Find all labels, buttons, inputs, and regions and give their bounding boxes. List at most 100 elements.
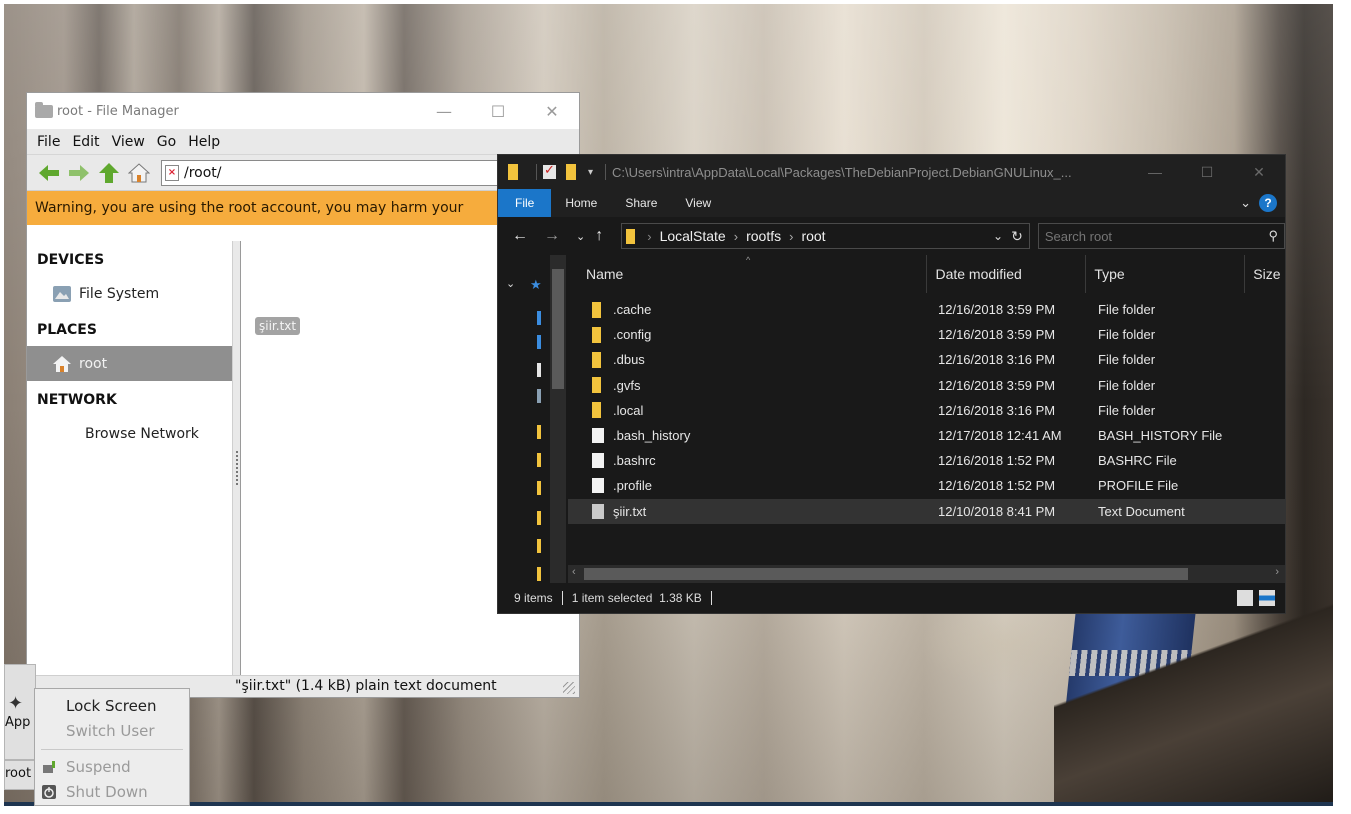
sort-ascending-icon: ^ — [746, 255, 751, 265]
expand-ribbon-icon[interactable]: ⌄ — [1240, 195, 1251, 211]
menu-edit[interactable]: Edit — [72, 134, 99, 150]
menu-separator — [41, 749, 183, 750]
search-field[interactable]: ⚲ — [1037, 223, 1285, 249]
search-input[interactable] — [1044, 228, 1269, 244]
column-type[interactable]: Type — [1086, 255, 1246, 293]
panel-window-button-root[interactable]: root — [4, 760, 36, 790]
sidebar-item-file-system[interactable]: File System — [27, 276, 232, 311]
up-arrow-icon[interactable] — [97, 162, 121, 184]
column-name[interactable]: ^ Name — [568, 255, 928, 293]
documents-icon[interactable] — [537, 363, 541, 377]
recent-locations-icon[interactable]: ⌄ — [576, 230, 585, 243]
folder-icon[interactable] — [537, 481, 541, 495]
menu-item-suspend[interactable]: Suspend — [35, 754, 189, 779]
home-icon[interactable] — [127, 162, 151, 184]
back-arrow-icon[interactable]: ← — [512, 227, 528, 245]
scroll-right-icon[interactable]: › — [1275, 566, 1279, 578]
properties-icon[interactable] — [543, 162, 556, 179]
downloads-icon[interactable] — [537, 335, 541, 349]
table-row[interactable]: .dbus 12/16/2018 3:16 PM File folder — [568, 347, 1285, 372]
file-list[interactable]: ^ Name Date modified Type Size .cache 12… — [568, 255, 1285, 583]
panel-applications-button[interactable]: ✦ App — [4, 664, 36, 760]
menu-item-switch-user[interactable]: Switch User — [35, 718, 189, 743]
tab-file[interactable]: File — [498, 189, 552, 217]
details-view-icon[interactable] — [1237, 590, 1253, 606]
column-size[interactable]: Size — [1245, 255, 1285, 293]
sidebar-item-root[interactable]: root — [27, 346, 232, 381]
folder-icon[interactable] — [537, 539, 541, 553]
menu-item-lock-screen[interactable]: Lock Screen — [35, 693, 189, 718]
fm-titlebar[interactable]: root - File Manager — ☐ ✕ — [27, 93, 579, 129]
fm-sidebar: DEVICES File System PLACES root NETWORK … — [27, 241, 233, 675]
horizontal-scrollbar[interactable]: ‹ › — [568, 565, 1285, 583]
quick-access-star-icon[interactable]: ★ — [530, 277, 542, 293]
maximize-button[interactable]: ☐ — [471, 102, 525, 121]
close-button[interactable]: ✕ — [1233, 164, 1285, 181]
close-button[interactable]: ✕ — [525, 102, 579, 121]
folder-icon[interactable] — [537, 453, 541, 467]
selection-info: 1 item selected 1.38 KB — [571, 591, 702, 605]
explorer-window[interactable]: ▾ C:\Users\intra\AppData\Local\Packages\… — [497, 154, 1286, 614]
folder-icon[interactable] — [537, 511, 541, 525]
minimize-button[interactable]: — — [417, 102, 471, 121]
back-arrow-icon[interactable] — [37, 162, 61, 184]
breadcrumb-rootfs[interactable]: rootfs — [746, 228, 781, 244]
broken-image-icon: × — [165, 164, 179, 181]
desktop-icon[interactable] — [537, 311, 541, 325]
resize-grip-icon[interactable] — [563, 682, 575, 694]
folder-icon — [592, 402, 601, 419]
wallpaper-bench — [1054, 594, 1333, 806]
column-date-modified[interactable]: Date modified — [927, 255, 1087, 293]
folder-icon[interactable] — [537, 567, 541, 581]
scroll-left-icon[interactable]: ‹ — [572, 566, 576, 578]
search-icon[interactable]: ⚲ — [1268, 228, 1278, 244]
table-row[interactable]: .bash_history 12/17/2018 12:41 AM BASH_H… — [568, 423, 1285, 448]
new-folder-icon[interactable] — [566, 164, 576, 180]
address-dropdown-icon[interactable]: ⌄ — [993, 229, 1003, 243]
sidebar-heading-places: PLACES — [37, 322, 97, 338]
table-row[interactable]: .local 12/16/2018 3:16 PM File folder — [568, 398, 1285, 423]
tab-share[interactable]: Share — [611, 189, 671, 217]
large-icons-view-icon[interactable] — [1259, 590, 1275, 606]
tab-view[interactable]: View — [671, 189, 725, 217]
customize-toolbar-icon[interactable]: ▾ — [588, 167, 593, 178]
maximize-button[interactable]: ☐ — [1181, 164, 1233, 181]
forward-arrow-icon[interactable]: → — [544, 227, 560, 245]
folder-icon — [626, 228, 636, 244]
xfce-mouse-icon: ✦ — [8, 693, 24, 714]
refresh-icon[interactable]: ↻ — [1011, 228, 1023, 245]
address-bar[interactable]: › LocalState › rootfs › root ⌄ ↻ — [621, 223, 1030, 249]
explorer-titlebar[interactable]: ▾ C:\Users\intra\AppData\Local\Packages\… — [498, 155, 1285, 189]
sidebar-item-browse-network[interactable]: Browse Network — [27, 416, 232, 451]
menu-file[interactable]: File — [37, 134, 60, 150]
navigation-pane[interactable]: ⌄ ★ — [498, 255, 566, 583]
folder-icon — [35, 101, 53, 118]
menu-item-shut-down[interactable]: Shut Down — [35, 779, 189, 804]
power-icon — [41, 784, 57, 800]
pictures-icon[interactable] — [537, 389, 541, 403]
folder-icon — [592, 326, 601, 343]
breadcrumb-separator-icon[interactable]: › — [734, 229, 738, 244]
file-item-siir[interactable]: şiir.txt — [255, 317, 301, 335]
table-row[interactable]: .bashrc 12/16/2018 1:52 PM BASHRC File — [568, 448, 1285, 473]
table-row[interactable]: .gvfs 12/16/2018 3:59 PM File folder — [568, 373, 1285, 398]
minimize-button[interactable]: — — [1129, 164, 1181, 181]
nav-pane-scrollbar[interactable] — [550, 255, 566, 583]
pane-splitter[interactable] — [233, 241, 241, 675]
menu-help[interactable]: Help — [188, 134, 220, 150]
forward-arrow-icon[interactable] — [67, 162, 91, 184]
menu-view[interactable]: View — [112, 134, 145, 150]
table-row[interactable]: .config 12/16/2018 3:59 PM File folder — [568, 322, 1285, 347]
breadcrumb-root[interactable]: root — [801, 228, 825, 244]
table-row[interactable]: .profile 12/16/2018 1:52 PM PROFILE File — [568, 473, 1285, 498]
chevron-down-icon[interactable]: ⌄ — [506, 277, 515, 290]
table-row-selected[interactable]: şiir.txt 12/10/2018 8:41 PM Text Documen… — [568, 498, 1285, 524]
tab-home[interactable]: Home — [551, 189, 611, 217]
menu-go[interactable]: Go — [157, 134, 176, 150]
breadcrumb-localstate[interactable]: LocalState — [660, 228, 726, 244]
help-icon[interactable]: ? — [1259, 194, 1277, 212]
breadcrumb-separator-icon[interactable]: › — [789, 229, 793, 244]
up-arrow-icon[interactable]: ↑ — [595, 227, 603, 245]
table-row[interactable]: .cache 12/16/2018 3:59 PM File folder — [568, 297, 1285, 322]
folder-icon[interactable] — [537, 425, 541, 439]
